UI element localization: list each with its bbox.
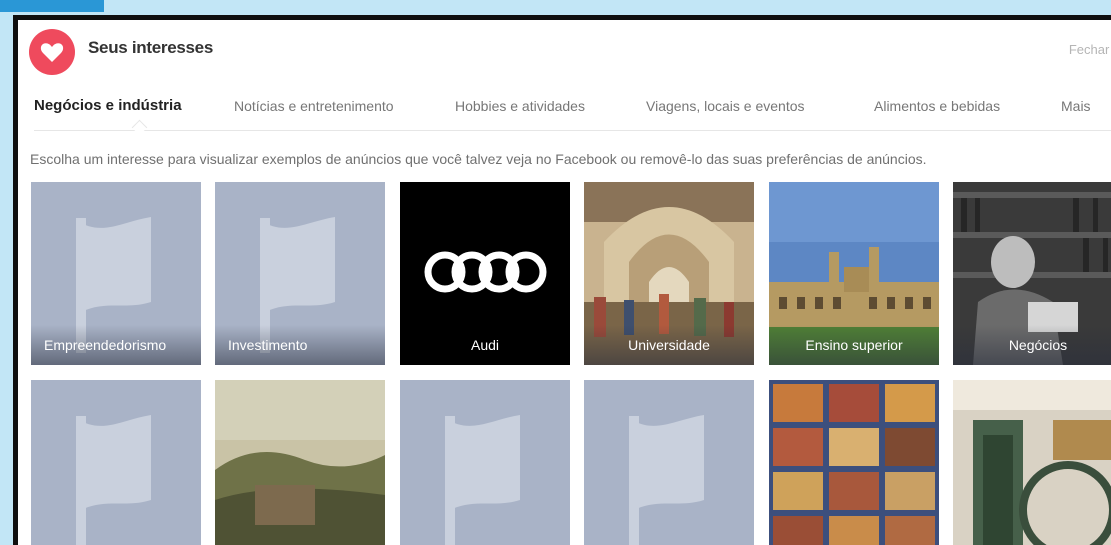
tile-label: Audi xyxy=(470,337,500,353)
close-button[interactable]: Fechar ^ xyxy=(1069,42,1111,57)
window-frame: Seus interesses Fechar ^ Negócios e indú… xyxy=(13,15,1111,545)
tab-negocios-e-industria[interactable]: Negócios e indústria xyxy=(34,97,182,114)
panel-header: Seus interesses Fechar ^ xyxy=(18,20,1111,80)
tab-hobbies-e-atividades[interactable]: Hobbies e atividades xyxy=(455,98,585,114)
tile-label: Investimento xyxy=(215,325,385,365)
steam-engine-image xyxy=(953,380,1111,545)
tab-viagens-locais-e-eventos[interactable]: Viagens, locais e eventos xyxy=(646,98,805,114)
tile-label: Ensino superior xyxy=(769,325,939,365)
tab-mais[interactable]: Mais xyxy=(1061,98,1091,114)
panel-title: Seus interesses xyxy=(88,38,213,57)
interest-tile[interactable] xyxy=(400,380,570,545)
interest-tile-universidade[interactable]: Universidade xyxy=(584,182,754,365)
corner-tab xyxy=(0,0,104,12)
tile-label: Universidade xyxy=(584,325,754,365)
interest-tile[interactable] xyxy=(584,380,754,545)
heart-icon xyxy=(29,29,75,75)
interest-tile[interactable] xyxy=(953,380,1111,545)
interest-tile-audi[interactable]: Audi xyxy=(400,182,570,365)
interest-tile[interactable] xyxy=(215,380,385,545)
flag-icon xyxy=(584,380,754,545)
flag-icon xyxy=(400,380,570,545)
interest-tile-investimento[interactable]: Investimento xyxy=(215,182,385,365)
flag-icon xyxy=(31,380,201,545)
active-tab-indicator xyxy=(131,119,148,136)
interest-tile[interactable] xyxy=(769,380,939,545)
description-text: Escolha um interesse para visualizar exe… xyxy=(30,151,927,167)
category-tabs: Negócios e indústria Notícias e entreten… xyxy=(34,92,1111,136)
medieval-artwork-image xyxy=(769,380,939,545)
tile-label: Negócios xyxy=(953,325,1111,365)
interest-tile-empreendedorismo[interactable]: Empreendedorismo xyxy=(31,182,201,365)
interest-tile-negocios[interactable]: Negócios xyxy=(953,182,1111,365)
interest-tile[interactable] xyxy=(31,380,201,545)
tab-alimentos-e-bebidas[interactable]: Alimentos e bebidas xyxy=(874,98,1000,114)
tile-label: Empreendedorismo xyxy=(31,325,201,365)
landscape-painting-image xyxy=(215,380,385,545)
interest-tile-ensino-superior[interactable]: Ensino superior xyxy=(769,182,939,365)
tab-noticias-e-entretenimento[interactable]: Notícias e entretenimento xyxy=(234,98,394,114)
interests-panel: Seus interesses Fechar ^ Negócios e indú… xyxy=(18,20,1111,545)
